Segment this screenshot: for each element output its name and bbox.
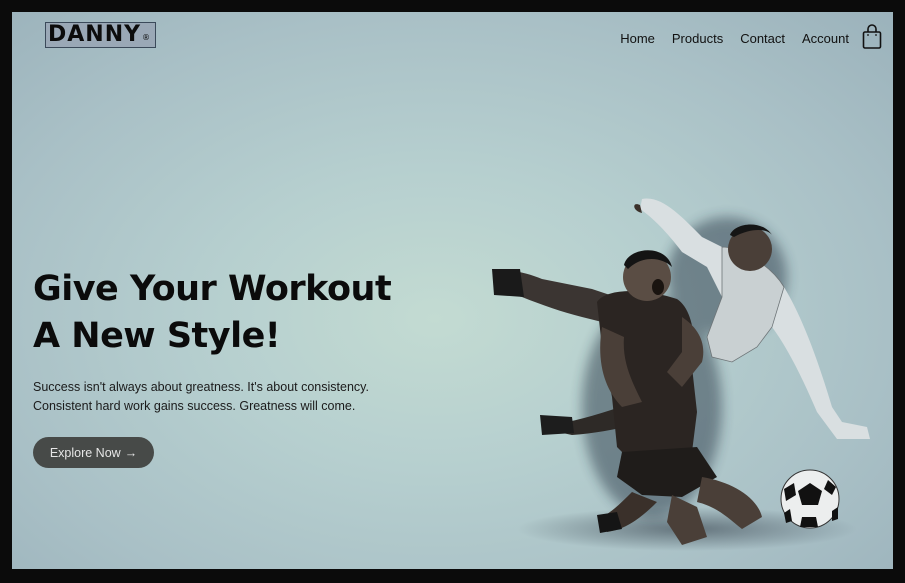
nav-account[interactable]: Account: [802, 31, 849, 46]
registered-mark: ®: [142, 33, 152, 42]
nav-home[interactable]: Home: [620, 31, 655, 46]
nav-products[interactable]: Products: [672, 31, 723, 46]
brand-logo[interactable]: DANNY®: [45, 22, 157, 48]
description-line-1: Success isn't always about greatness. It…: [33, 380, 369, 394]
headline-line-1: Give Your Workout: [33, 269, 392, 309]
headline-line-2: A New Style!: [33, 316, 281, 356]
explore-now-button[interactable]: Explore Now →: [33, 437, 154, 468]
page-frame: DANNY® Home Products Contact Account Giv…: [12, 12, 893, 569]
nav-contact[interactable]: Contact: [740, 31, 785, 46]
description-line-2: Consistent hard work gains success. Grea…: [33, 399, 356, 413]
football-players-celebrating-image: [492, 198, 870, 551]
explore-now-label: Explore Now: [49, 445, 121, 460]
main-nav: Home Products Contact Account: [620, 31, 849, 46]
right-arrow-icon: →: [124, 445, 138, 460]
brand-name: DANNY: [48, 22, 142, 47]
hero-description: Success isn't always about greatness. It…: [33, 378, 369, 416]
hero-headline: Give Your Workout A New Style!: [33, 266, 392, 360]
shopping-bag-icon[interactable]: [862, 24, 882, 50]
football-image: [780, 469, 840, 529]
